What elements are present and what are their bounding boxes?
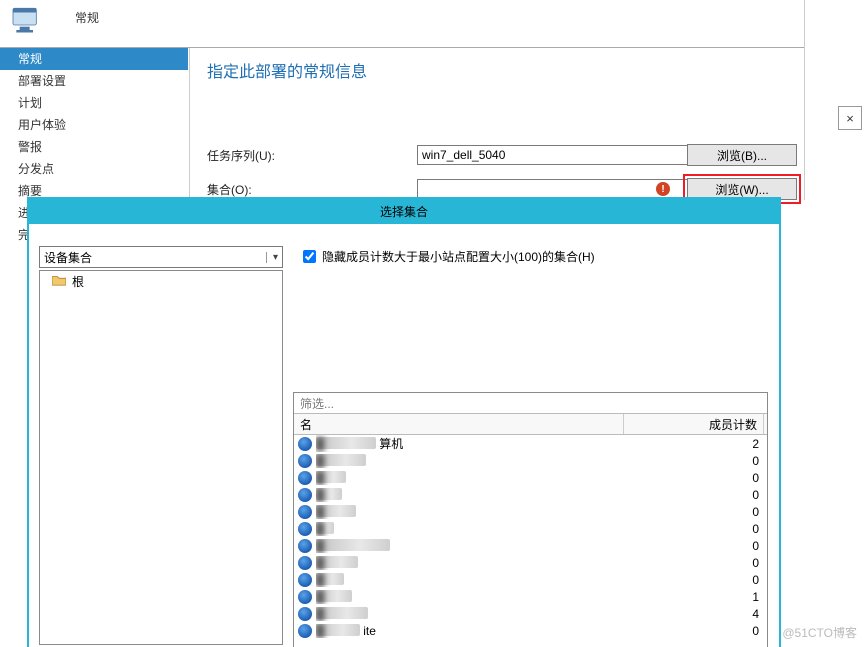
nav-item-user-exp[interactable]: 用户体验 [0,114,188,136]
list-item[interactable]: █0 [294,469,767,486]
collection-list: 筛选... 名 成员计数 █ 算机2█0█0█0█0█0█0█0█0█1█4█ … [293,392,768,647]
collection-icon [298,454,312,468]
collection-icon [298,573,312,587]
collection-type-combo[interactable]: 设备集合 ▾ [39,246,283,268]
list-item[interactable]: █ ite0 [294,622,767,639]
hide-large-collections-row: 隐藏成员计数大于最小站点配置大小(100)的集合(H) [303,248,595,265]
browse-task-sequence-button[interactable]: 浏览(B)... [687,144,797,166]
item-name: █ [316,488,624,502]
item-name: █ [316,573,624,587]
item-count: 4 [624,607,767,621]
watermark: @51CTO博客 [782,624,857,641]
item-name: █ [316,505,624,519]
list-header: 名 成员计数 [294,414,767,435]
list-item[interactable]: █0 [294,537,767,554]
item-name: █ [316,607,624,621]
collection-label: 集合(O): [207,181,417,198]
collection-icon [298,505,312,519]
item-count: 0 [624,454,767,468]
item-count: 0 [624,488,767,502]
item-count: 0 [624,556,767,570]
item-count: 0 [624,539,767,553]
collection-icon [298,556,312,570]
hide-large-collections-checkbox[interactable] [303,250,316,263]
wizard-icon [8,0,48,40]
list-item[interactable]: █0 [294,520,767,537]
nav-item-schedule[interactable]: 计划 [0,92,188,114]
item-name: █ [316,539,624,553]
hide-large-collections-label: 隐藏成员计数大于最小站点配置大小(100)的集合(H) [322,248,595,265]
item-name: █ [316,590,624,604]
tree-root-item[interactable]: 根 [40,271,282,291]
list-item[interactable]: █0 [294,503,767,520]
item-count: 0 [624,505,767,519]
page-title: 指定此部署的常规信息 [207,58,367,82]
nav-divider [189,48,190,198]
item-count: 0 [624,624,767,638]
filter-input[interactable]: 筛选... [294,393,767,414]
nav-item-alerts[interactable]: 警报 [0,136,188,158]
list-item[interactable]: █0 [294,452,767,469]
nav-item-deploy-settings[interactable]: 部署设置 [0,70,188,92]
error-icon: ! [656,182,670,196]
dialog-title: 选择集合 [29,199,779,224]
tree-root-label: 根 [72,273,84,290]
item-name: █ ite [316,624,624,638]
chevron-down-icon: ▾ [266,252,278,263]
item-name: █ [316,454,624,468]
list-item[interactable]: █ 算机2 [294,435,767,452]
nav-item-general[interactable]: 常规 [0,48,188,70]
list-item[interactable]: █0 [294,486,767,503]
right-border [804,0,805,200]
item-count: 0 [624,522,767,536]
collection-icon [298,590,312,604]
item-name: █ 算机 [316,435,624,452]
nav-item-dist-pts[interactable]: 分发点 [0,158,188,180]
close-button[interactable]: × [838,106,862,130]
list-item[interactable]: █1 [294,588,767,605]
folder-icon [52,274,66,289]
item-count: 0 [624,471,767,485]
task-sequence-row: 任务序列(U): [207,144,757,166]
col-name-header[interactable]: 名 [294,414,624,434]
collection-icon [298,607,312,621]
wizard-tab-label: 常规 [75,9,99,26]
combo-value: 设备集合 [44,249,92,266]
item-name: █ [316,471,624,485]
collection-icon [298,624,312,638]
list-item[interactable]: █0 [294,554,767,571]
task-sequence-label: 任务序列(U): [207,147,417,164]
list-item[interactable]: █0 [294,571,767,588]
item-count: 2 [624,437,767,451]
col-count-header[interactable]: 成员计数 [624,414,764,434]
item-name: █ [316,556,624,570]
collection-icon [298,488,312,502]
item-count: 0 [624,573,767,587]
list-item[interactable]: █4 [294,605,767,622]
collection-icon [298,522,312,536]
collection-icon [298,539,312,553]
item-count: 1 [624,590,767,604]
item-name: █ [316,522,624,536]
collection-icon [298,471,312,485]
collection-icon [298,437,312,451]
collection-tree[interactable]: 根 [39,270,283,645]
select-collection-dialog: 选择集合 设备集合 ▾ 根 隐藏成员计数大于最小站点配置大小(100)的集合(H… [27,197,781,647]
